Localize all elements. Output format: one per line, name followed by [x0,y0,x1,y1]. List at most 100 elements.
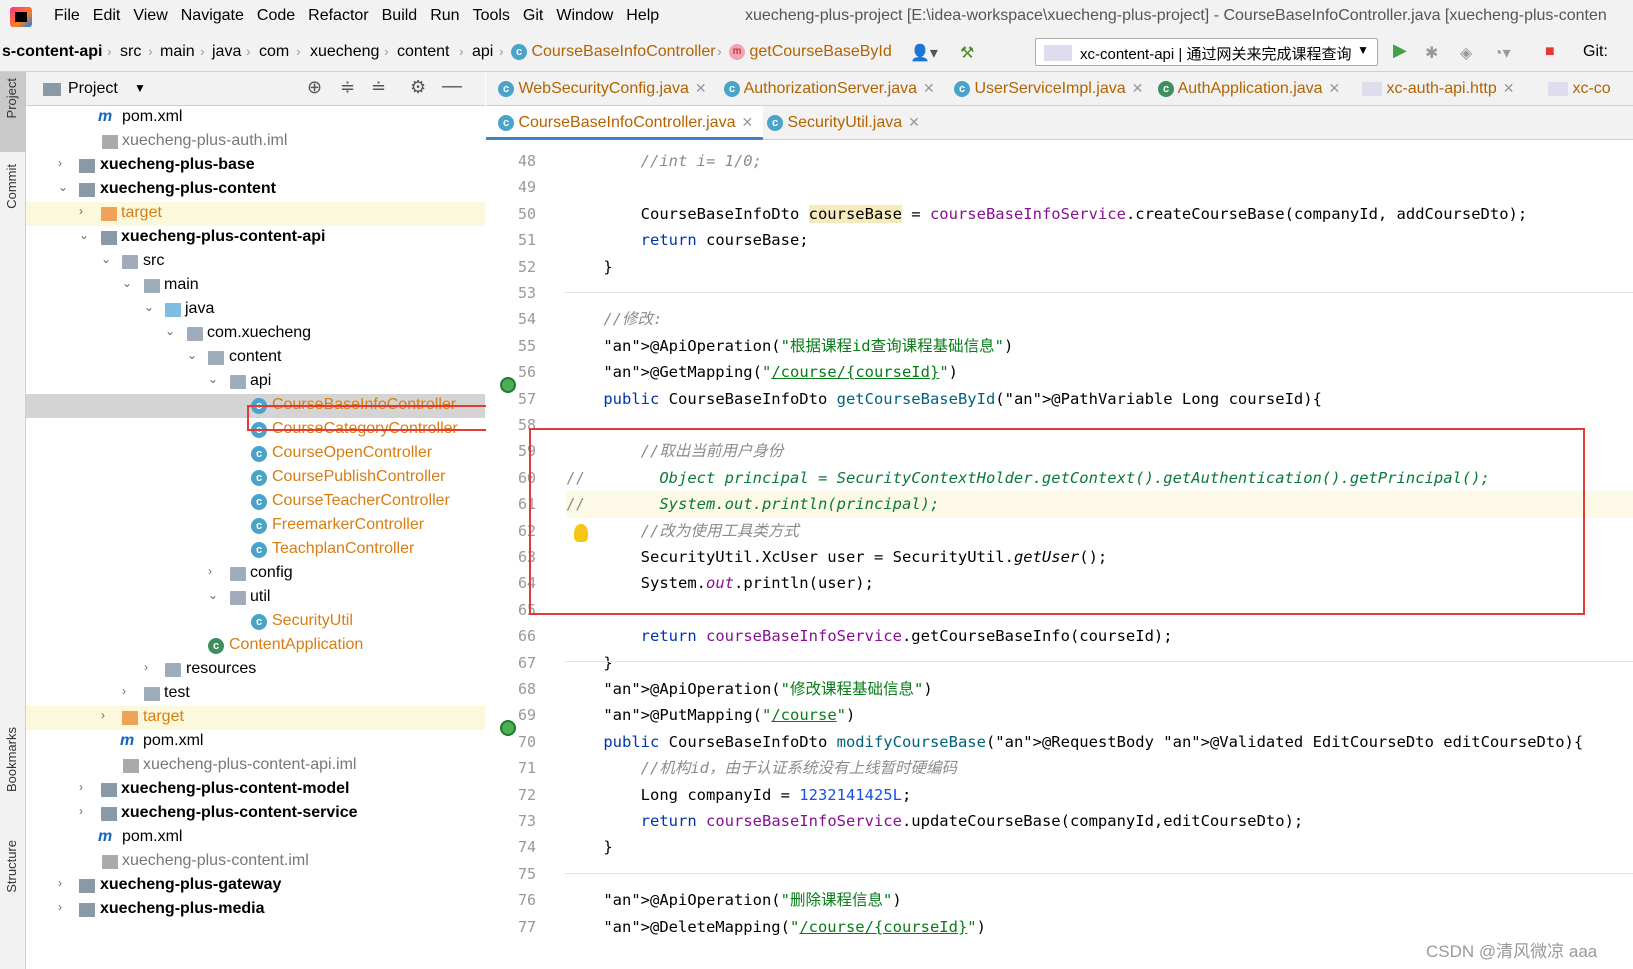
chevron-right-icon[interactable]: › [79,804,83,818]
menu-build[interactable]: Build [382,7,418,25]
chevron-right-icon[interactable]: › [101,708,105,722]
code-line[interactable] [566,412,1633,439]
tab-securityutil[interactable]: c SecurityUtil.java ✕ [767,106,920,140]
tree-item[interactable]: › target [26,706,485,730]
code-line[interactable] [566,861,1633,888]
chevron-down-icon[interactable]: ⌄ [101,252,111,266]
code-line[interactable]: CourseBaseInfoDto courseBase = courseBas… [566,201,1633,228]
menu-refactor[interactable]: Refactor [308,7,368,25]
code-line[interactable]: //修改: [566,306,1633,333]
breadcrumb-class[interactable]: c CourseBaseInfoController [511,43,716,61]
code-line[interactable]: //机构id，由于认证系统没有上线暂时硬编码 [566,755,1633,782]
code-line[interactable]: } [566,254,1633,281]
user-icon[interactable]: 👤▾ [910,43,938,63]
code-line[interactable]: //取出当前用户身份 [566,438,1633,465]
tab-userserviceimpl[interactable]: c UserServiceImpl.java ✕ [954,72,1143,106]
chevron-down-icon[interactable]: ⌄ [122,276,132,290]
tree-item[interactable]: ⌄ api [26,370,485,394]
chevron-down-icon[interactable]: ⌄ [208,588,218,602]
code-line[interactable] [566,597,1633,624]
breadcrumb-main[interactable]: main [160,43,195,61]
menu-view[interactable]: View [133,7,167,25]
code-editor[interactable]: 48 49 50 51 52 53 54 55 56 57 58 59 60 61 62 63 64 65 66 67… [486,140,1633,969]
breadcrumb-xuecheng[interactable]: xuecheng [310,43,379,61]
code-line[interactable]: return courseBase; [566,227,1633,254]
close-icon[interactable]: ✕ [908,114,920,130]
chevron-right-icon[interactable]: › [79,780,83,794]
build-hammer-icon[interactable]: ⚒ [960,43,974,63]
tab-websecurityconfig[interactable]: c WebSecurityConfig.java ✕ [498,72,707,106]
tree-item[interactable]: c SecurityUtil [26,610,485,634]
project-panel-title[interactable]: Project [68,80,118,98]
close-icon[interactable]: ✕ [1503,80,1515,96]
chevron-down-icon[interactable]: ⌄ [79,228,89,242]
tree-item[interactable]: ⌄ java [26,298,485,322]
tree-item[interactable]: › target [26,202,485,226]
close-icon[interactable]: ✕ [741,114,753,130]
chevron-right-icon[interactable]: › [122,684,126,698]
tree-item[interactable]: › test [26,682,485,706]
tool-commit[interactable]: Commit [4,164,19,209]
menu-help[interactable]: Help [626,7,659,25]
tree-item[interactable]: ⌄ com.xuecheng [26,322,485,346]
tree-item[interactable]: c ContentApplication [26,634,485,658]
tree-item[interactable]: m pom.xml [26,730,485,754]
chevron-right-icon[interactable]: › [144,660,148,674]
breadcrumb-method[interactable]: m getCourseBaseById [729,43,892,61]
code-line[interactable]: //改为使用工具类方式 [566,518,1633,545]
tool-project[interactable]: Project [4,78,19,118]
lightbulb-icon[interactable] [574,524,588,542]
menu-run[interactable]: Run [430,7,459,25]
tree-item[interactable]: › xuecheng-plus-media [26,898,485,922]
tree-item[interactable]: c CourseTeacherController [26,490,485,514]
gear-icon[interactable]: ⚙ [410,77,426,98]
close-icon[interactable]: ✕ [1329,80,1341,96]
tab-authorizationserver[interactable]: c AuthorizationServer.java ✕ [724,72,935,106]
tree-item[interactable]: › xuecheng-plus-base [26,154,485,178]
run-icon[interactable]: ▶ [1393,40,1407,61]
tree-item[interactable]: › xuecheng-plus-content-service [26,802,485,826]
tree-item[interactable]: ⌄ util [26,586,485,610]
tree-item[interactable]: ⌄ src [26,250,485,274]
breadcrumb-java[interactable]: java [212,43,241,61]
code-line[interactable]: // System.out.println(principal); [566,491,1633,518]
code-line[interactable]: public CourseBaseInfoDto modifyCourseBas… [566,729,1633,756]
menu-file[interactable]: File [54,7,80,25]
chevron-down-icon[interactable]: ⌄ [187,348,197,362]
code-line[interactable]: return courseBaseInfoService.getCourseBa… [566,623,1633,650]
code-line[interactable]: return courseBaseInfoService.updateCours… [566,808,1633,835]
chevron-down-icon[interactable]: ⌄ [208,372,218,386]
tab-coursebaseinfocontroller[interactable]: c CourseBaseInfoController.java ✕ [486,106,764,140]
menu-window[interactable]: Window [556,7,613,25]
tree-item[interactable]: ⌄ content [26,346,485,370]
locate-icon[interactable]: ⊕ [307,77,322,98]
tree-item[interactable]: xuecheng-plus-content.iml [26,850,485,874]
chevron-down-icon[interactable]: ▼ [134,81,146,95]
menu-code[interactable]: Code [257,7,295,25]
tree-item[interactable]: xuecheng-plus-content-api.iml [26,754,485,778]
chevron-right-icon[interactable]: › [58,900,62,914]
chevron-down-icon[interactable]: ⌄ [165,324,175,338]
tab-xc-auth-api-http[interactable]: xc-auth-api.http ✕ [1362,72,1514,106]
breadcrumb-com[interactable]: com [259,43,289,61]
menu-edit[interactable]: Edit [93,7,121,25]
chevron-right-icon[interactable]: › [79,204,83,218]
code-line[interactable]: "an">@ApiOperation("修改课程基础信息") [566,676,1633,703]
chevron-right-icon[interactable]: › [58,156,62,170]
chevron-down-icon[interactable]: ⌄ [58,180,68,194]
tree-item[interactable]: › xuecheng-plus-gateway [26,874,485,898]
code-line[interactable]: // Object principal = SecurityContextHol… [566,465,1633,492]
code-line[interactable]: public CourseBaseInfoDto getCourseBaseBy… [566,386,1633,413]
menu-navigate[interactable]: Navigate [181,7,244,25]
tree-item[interactable]: c TeachplanController [26,538,485,562]
spring-mapping-icon[interactable] [500,720,516,736]
tab-xc-co[interactable]: xc-co [1548,72,1611,106]
menu-tools[interactable]: Tools [473,7,510,25]
tree-item[interactable]: ⌄ xuecheng-plus-content [26,178,485,202]
code-line[interactable]: "an">@GetMapping("/course/{courseId}") [566,359,1633,386]
tree-item[interactable]: c CoursePublishController [26,466,485,490]
tree-item[interactable]: m pom.xml [26,826,485,850]
coverage-icon[interactable]: ◈ [1460,43,1472,63]
tree-item[interactable]: m pom.xml [26,106,485,130]
spring-mapping-icon[interactable] [500,377,516,393]
